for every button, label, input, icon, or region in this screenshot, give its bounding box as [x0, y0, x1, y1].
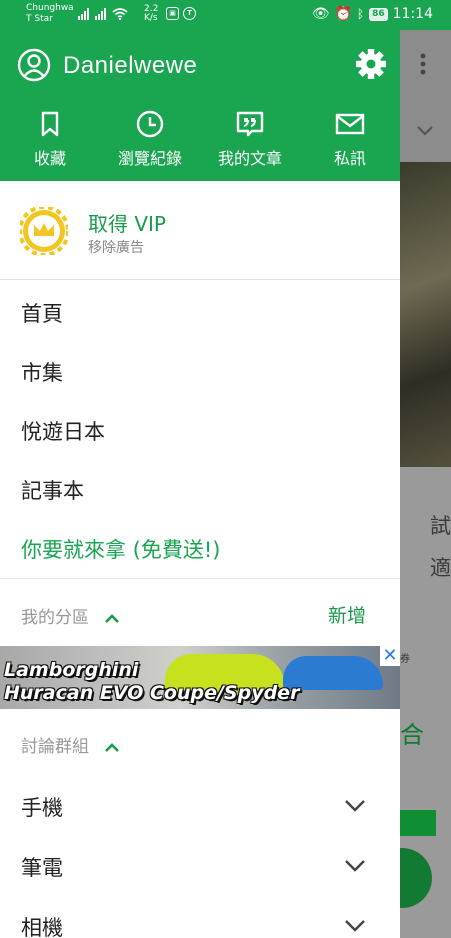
history-button[interactable]: 瀏覽紀錄	[110, 110, 190, 169]
clock-time: 11:14	[392, 6, 433, 22]
my-articles-button[interactable]: 我的文章	[210, 110, 290, 169]
carrier-line2: T Star	[26, 14, 53, 24]
username[interactable]: Danielwewe	[63, 52, 197, 80]
chevron-down-icon[interactable]	[416, 125, 434, 137]
background-coupon: 券	[400, 654, 410, 665]
carrier-name: Chunghwa T Star	[26, 3, 74, 25]
network-speed: 2.2 K/s	[144, 5, 158, 23]
discussion-groups-header[interactable]: 討論群組	[21, 732, 120, 757]
chevron-down-icon[interactable]	[344, 859, 366, 873]
alarm-icon: ⏰	[334, 6, 352, 22]
background-page: 試 適 合 券	[400, 30, 451, 938]
background-text: 試	[430, 514, 451, 538]
my-boards-title: 我的分區	[21, 608, 89, 628]
vip-subtitle: 移除廣告	[88, 240, 144, 256]
wifi-icon	[112, 8, 128, 20]
chevron-up-icon	[105, 742, 120, 752]
bluetooth-icon: ᛒ	[356, 7, 365, 21]
favorites-button[interactable]: 收藏	[10, 110, 90, 169]
background-photo	[400, 162, 451, 467]
menu-item-market[interactable]: 市集	[21, 357, 63, 387]
ad-text-line2: Huracan EVO Coupe/Spyder	[4, 682, 300, 704]
group-item-phones[interactable]: 手機	[21, 792, 63, 822]
my-articles-label: 我的文章	[217, 149, 282, 168]
favorites-label: 收藏	[33, 149, 66, 168]
background-green-bar	[400, 810, 436, 836]
background-fab[interactable]	[400, 848, 432, 908]
chevron-up-icon	[105, 613, 120, 623]
background-toolbar	[400, 30, 451, 162]
mail-icon	[335, 113, 365, 135]
clock-icon	[136, 110, 164, 138]
background-text: 合	[400, 721, 424, 749]
my-boards-header[interactable]: 我的分區	[21, 603, 120, 628]
signal-icon	[78, 8, 89, 20]
user-avatar-icon[interactable]	[17, 48, 51, 82]
ad-text-line1: Lamborghini	[4, 659, 139, 681]
menu-item-japan-travel[interactable]: 悅遊日本	[21, 416, 105, 446]
menu-item-free-giveaway[interactable]: 你要就來拿 (免費送!)	[21, 534, 220, 564]
chevron-down-icon[interactable]	[344, 799, 366, 813]
status-bar: Chunghwa T Star 2.2 K/s ▣ T 👁 ⏰ ᛒ 86 11:…	[0, 0, 451, 30]
gallery-notification-icon: ▣	[166, 7, 179, 20]
messages-button[interactable]: 私訊	[310, 110, 390, 169]
speed-unit: K/s	[144, 13, 158, 23]
signal-icon	[95, 8, 106, 20]
teams-notification-icon: T	[183, 7, 196, 20]
ad-close-button[interactable]: ✕	[380, 646, 400, 666]
more-vert-icon[interactable]	[420, 53, 426, 75]
carrier-line1: Chunghwa	[26, 3, 74, 13]
add-board-button[interactable]: 新增	[328, 601, 366, 628]
group-item-laptops[interactable]: 筆電	[21, 852, 63, 882]
group-item-cameras[interactable]: 相機	[21, 912, 63, 938]
navigation-drawer: Danielwewe 收藏 瀏覽紀錄 我的文章 私訊 取得 VIP 移除廣告 首…	[0, 30, 400, 938]
menu-item-home[interactable]: 首頁	[21, 298, 63, 328]
history-label: 瀏覽紀錄	[117, 149, 182, 168]
gear-icon[interactable]	[355, 48, 387, 80]
bookmark-icon	[41, 111, 59, 137]
status-right: 👁 ⏰ ᛒ 86 11:14	[312, 6, 433, 22]
divider	[0, 578, 400, 579]
crown-badge-icon	[20, 207, 68, 255]
battery-icon: 86	[369, 7, 388, 21]
messages-label: 私訊	[333, 149, 366, 168]
chevron-down-icon[interactable]	[344, 919, 366, 933]
signal-icons	[78, 8, 128, 20]
ad-banner[interactable]: Lamborghini Huracan EVO Coupe/Spyder ✕	[0, 646, 400, 709]
get-vip-item[interactable]: 取得 VIP 移除廣告	[0, 181, 400, 280]
drawer-header: Danielwewe 收藏 瀏覽紀錄 我的文章 私訊	[0, 30, 400, 181]
background-text: 適	[430, 556, 451, 580]
eye-icon: 👁	[311, 6, 330, 22]
article-quote-icon	[236, 111, 264, 137]
vip-title: 取得 VIP	[88, 212, 166, 236]
menu-item-notebook[interactable]: 記事本	[21, 475, 84, 505]
discussion-groups-title: 討論群組	[21, 737, 89, 757]
